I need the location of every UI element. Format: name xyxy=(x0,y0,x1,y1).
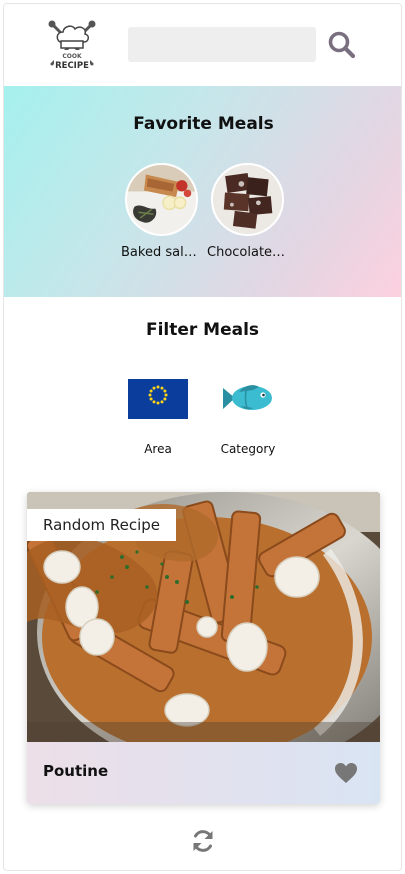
search-input[interactable] xyxy=(128,27,316,62)
favorite-meals-title: Favorite Meals xyxy=(133,114,274,134)
favorite-meal-label: Baked salmon with fennel & tomatoes xyxy=(121,245,201,260)
heart-icon xyxy=(335,763,357,783)
filter-category-option[interactable]: Category xyxy=(208,376,288,456)
eu-flag-icon xyxy=(127,376,189,420)
random-recipe-card[interactable]: Random Recipe Poutine xyxy=(27,492,380,804)
search-button[interactable] xyxy=(326,30,358,60)
filter-meals-title: Filter Meals xyxy=(145,320,260,340)
logo-text-bottom: RECIPE xyxy=(55,61,89,71)
logo: COOK RECIPE xyxy=(46,18,98,72)
fish-icon xyxy=(217,376,279,420)
header: COOK RECIPE xyxy=(4,4,401,86)
refresh-icon xyxy=(193,830,213,852)
app-container: COOK RECIPE Favorite Meals Baked salm Ch… xyxy=(3,3,402,871)
search-icon xyxy=(328,31,356,59)
favorite-meal-image xyxy=(210,163,284,236)
favorite-meal-item[interactable]: Baked salmon with fennel & tomatoes xyxy=(121,163,201,260)
meal-name: Poutine xyxy=(43,762,109,780)
favorite-meal-item[interactable]: Chocolate Raspberry Brownies xyxy=(207,163,287,260)
logo-text-top: COOK xyxy=(62,53,82,60)
refresh-button[interactable] xyxy=(190,828,216,854)
favorite-button[interactable] xyxy=(334,762,358,784)
favorite-meal-label: Chocolate Raspberry Brownies xyxy=(207,245,287,260)
recipe-footer: Poutine xyxy=(27,742,380,804)
favorite-meal-image xyxy=(124,163,198,236)
filter-category-label: Category xyxy=(220,442,276,456)
filter-area-label: Area xyxy=(144,442,172,456)
favorite-meals-section: Favorite Meals Baked salmon with fennel … xyxy=(4,86,401,297)
random-recipe-badge: Random Recipe xyxy=(27,509,177,541)
filter-area-option[interactable]: Area xyxy=(118,376,198,456)
